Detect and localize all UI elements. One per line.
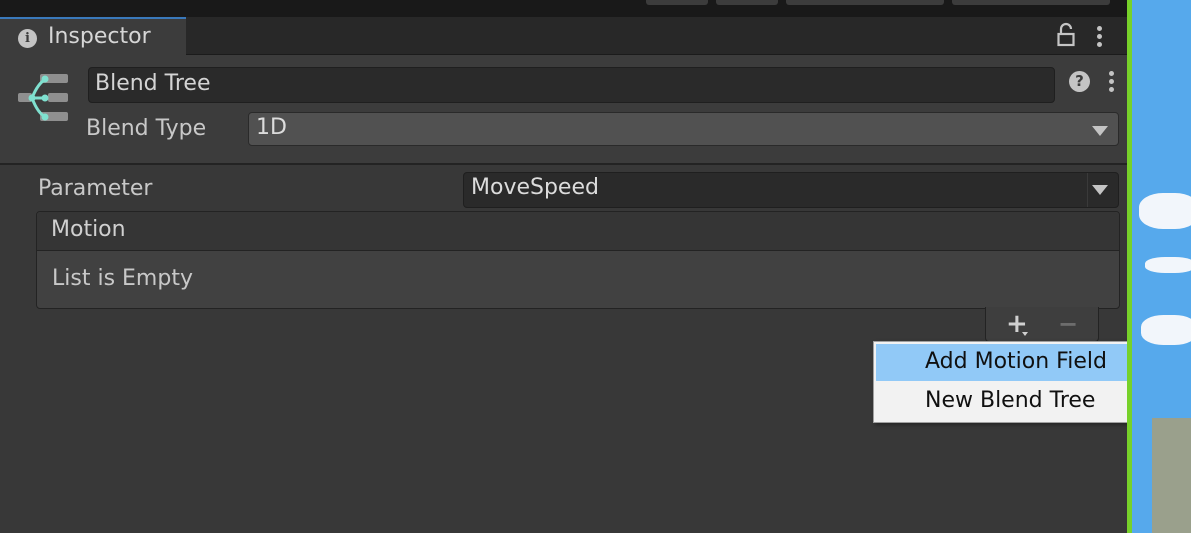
list-footer: + −	[985, 307, 1099, 342]
parameter-value: MoveSpeed	[471, 175, 599, 200]
top-strip	[0, 0, 1127, 17]
kebab-menu-icon[interactable]	[1109, 71, 1115, 95]
menu-item-label: New Blend Tree	[925, 388, 1096, 413]
list-empty-text: List is Empty	[52, 266, 193, 291]
lock-icon[interactable]	[1057, 22, 1075, 48]
tab-inspector-label: Inspector	[48, 24, 151, 49]
menu-item-label: Add Motion Field	[925, 349, 1107, 374]
inspector-tab-bar: i Inspector	[0, 17, 1127, 55]
window-border	[1127, 0, 1132, 533]
scene-rock	[1152, 418, 1191, 533]
blend-type-label: Blend Type	[86, 116, 207, 141]
parameter-label: Parameter	[38, 176, 153, 201]
chevron-down-icon	[1092, 185, 1108, 195]
motion-list-title: Motion	[51, 217, 126, 242]
blend-type-value: 1D	[256, 115, 287, 140]
tab-inspector[interactable]: i Inspector	[0, 17, 186, 55]
toolbar-button[interactable]	[716, 0, 778, 5]
minus-icon[interactable]: −	[1058, 312, 1078, 336]
parameter-dropdown[interactable]: MoveSpeed	[463, 172, 1119, 208]
blend-tree-icon	[18, 74, 68, 121]
info-icon: i	[18, 29, 37, 48]
chevron-down-icon	[1022, 332, 1028, 336]
toolbar-button[interactable]	[646, 0, 708, 5]
toolbar-button[interactable]	[786, 0, 944, 5]
toolbar-button[interactable]	[952, 0, 1110, 5]
asset-name-field[interactable]: Blend Tree	[88, 67, 1055, 103]
motion-list: Motion List is Empty	[36, 211, 1120, 309]
help-icon[interactable]: ?	[1069, 71, 1090, 92]
chevron-down-icon	[1092, 126, 1108, 136]
asset-name-text: Blend Tree	[95, 71, 211, 96]
kebab-menu-icon[interactable]	[1097, 26, 1103, 50]
motion-list-header: Motion	[37, 212, 1119, 251]
blend-type-dropdown[interactable]: 1D	[248, 112, 1119, 146]
